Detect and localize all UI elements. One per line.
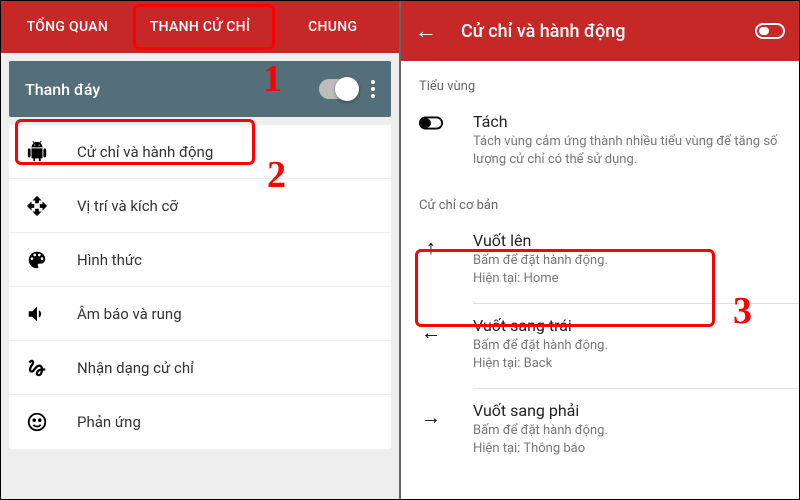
section-subzones-label: Tiểu vùng: [401, 61, 799, 100]
back-arrow-icon[interactable]: ←: [415, 18, 437, 44]
section-basic-label: Cử chỉ cơ bản: [401, 180, 799, 219]
gesture-sub1: Bấm để đặt hành động.: [473, 422, 781, 440]
item-swipe-left[interactable]: ← Vuốt sang trái Bấm để đặt hành động. H…: [401, 304, 799, 384]
row-position-size[interactable]: Vị trí và kích cỡ: [9, 179, 391, 233]
gesture-sub1: Bấm để đặt hành động.: [473, 252, 781, 270]
row-appearance[interactable]: Hình thức: [9, 233, 391, 287]
right-body: Tiểu vùng Tách Tách vùng cảm ứng thành n…: [401, 61, 799, 499]
row-reaction[interactable]: Phản ứng: [9, 395, 391, 449]
item-split-desc: Tách vùng cảm ứng thành nhiều tiểu vùng …: [473, 133, 781, 168]
volume-icon: [25, 302, 49, 326]
row-label: Cử chỉ và hành động: [77, 143, 213, 161]
bottom-bar-title: Thanh đáy: [25, 80, 319, 99]
gesture-icon: [25, 356, 49, 380]
android-icon: [25, 140, 49, 164]
palette-icon: [25, 248, 49, 272]
gesture-sub2: Hiện tại: Home: [473, 270, 781, 288]
smile-icon: [25, 410, 49, 434]
arrow-up-icon: ↑: [419, 235, 443, 260]
gesture-title: Vuốt lên: [473, 231, 781, 250]
move-icon: [25, 194, 49, 218]
item-swipe-right[interactable]: → Vuốt sang phải Bấm để đặt hành động. H…: [401, 389, 799, 469]
bottom-bar-header: Thanh đáy: [9, 61, 391, 117]
settings-list: Cử chỉ và hành động Vị trí và kích cỡ Hì…: [9, 125, 391, 449]
arrow-left-icon: ←: [419, 320, 443, 345]
gesture-title: Vuốt sang phải: [473, 401, 781, 420]
pill-icon[interactable]: [755, 23, 785, 39]
row-label: Hình thức: [77, 251, 142, 269]
row-gesture-recognition[interactable]: Nhận dạng cử chỉ: [9, 341, 391, 395]
tab-gesture-bar[interactable]: THANH CỬ CHỈ: [134, 1, 267, 53]
row-label: Âm báo và rung: [77, 305, 182, 323]
row-label: Vị trí và kích cỡ: [77, 197, 178, 215]
tab-overview[interactable]: TỔNG QUAN: [1, 1, 134, 53]
item-split[interactable]: Tách Tách vùng cảm ứng thành nhiều tiểu …: [401, 100, 799, 180]
item-swipe-up[interactable]: ↑ Vuốt lên Bấm để đặt hành động. Hiện tạ…: [401, 219, 799, 299]
gesture-sub1: Bấm để đặt hành động.: [473, 337, 781, 355]
gesture-sub2: Hiện tại: Back: [473, 355, 781, 373]
arrow-right-icon: →: [419, 405, 443, 430]
row-label: Nhận dạng cử chỉ: [77, 359, 194, 377]
gesture-sub2: Hiện tại: Thông báo: [473, 440, 781, 458]
item-split-title: Tách: [473, 112, 781, 131]
pill-split-icon: [419, 116, 443, 130]
bottom-bar-toggle[interactable]: [319, 79, 357, 99]
top-tabs: TỔNG QUAN THANH CỬ CHỈ CHUNG: [1, 1, 399, 53]
right-header: ← Cử chỉ và hành động: [401, 1, 799, 61]
row-label: Phản ứng: [77, 413, 141, 431]
right-title: Cử chỉ và hành động: [461, 21, 755, 42]
right-screen: ← Cử chỉ và hành động Tiểu vùng Tách Tác…: [401, 1, 799, 499]
row-sound-vibrate[interactable]: Âm báo và rung: [9, 287, 391, 341]
row-gestures-actions[interactable]: Cử chỉ và hành động: [9, 125, 391, 179]
tab-general[interactable]: CHUNG: [266, 1, 399, 53]
left-screen: TỔNG QUAN THANH CỬ CHỈ CHUNG Thanh đáy C…: [1, 1, 401, 499]
overflow-menu-icon[interactable]: [371, 80, 375, 98]
gesture-title: Vuốt sang trái: [473, 316, 781, 335]
